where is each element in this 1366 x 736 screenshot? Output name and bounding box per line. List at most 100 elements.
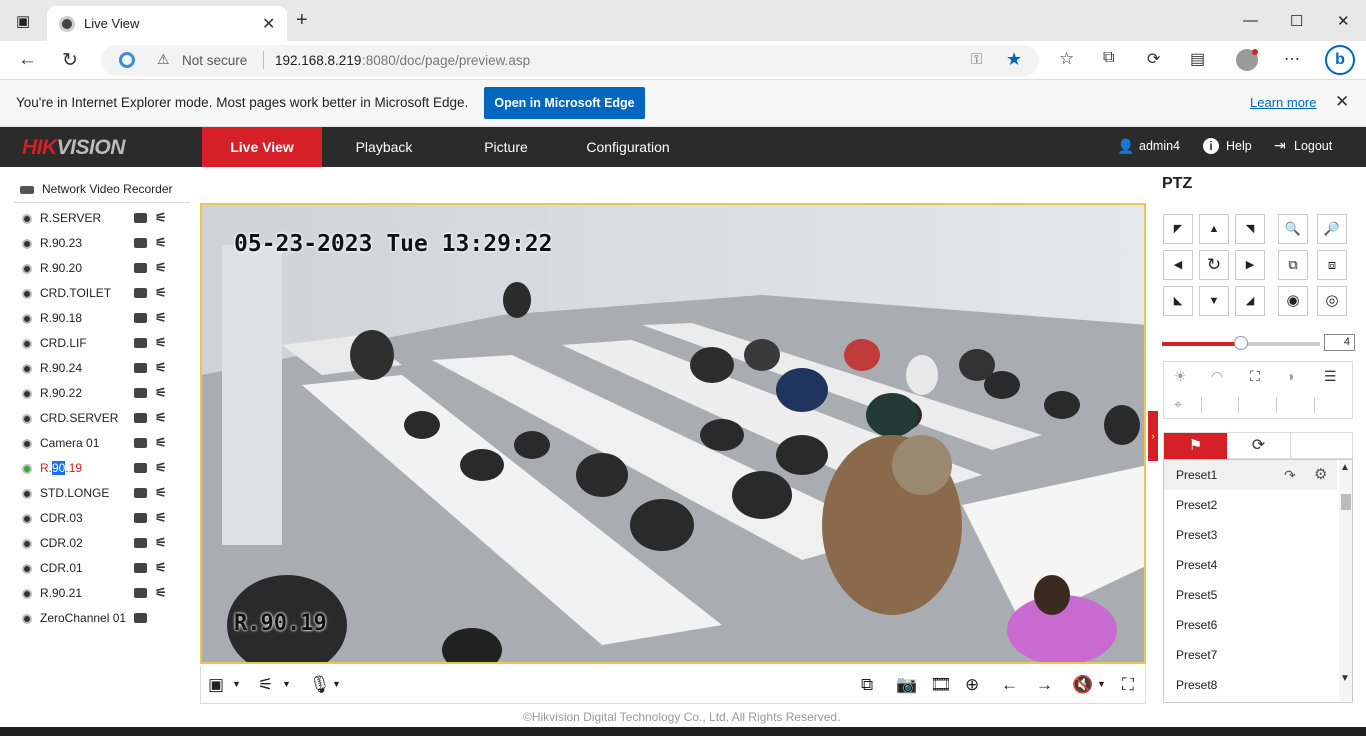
record-channel-icon[interactable]	[134, 238, 147, 248]
channel-item[interactable]: CDR.01 ⚟	[22, 557, 187, 582]
nav-live-view[interactable]: Live View	[202, 127, 322, 167]
stream-select-icon[interactable]: ⚟	[155, 585, 167, 601]
stop-all-icon[interactable]: ⧉	[861, 675, 873, 695]
ptz-left-button[interactable]: ◀	[1163, 250, 1193, 280]
window-close-icon[interactable]: ✕	[1337, 12, 1350, 30]
channel-item[interactable]: R.90.22 ⚟	[22, 382, 187, 407]
ptz-speed-slider[interactable]	[1162, 336, 1320, 350]
channel-item[interactable]: CRD.TOILET ⚟	[22, 282, 187, 307]
light-icon[interactable]: ☀	[1174, 368, 1187, 385]
preset-item[interactable]: Preset3	[1164, 520, 1337, 550]
layout-dropdown-icon[interactable]: ▼	[232, 679, 241, 689]
lens-init-icon[interactable]: ◑	[1286, 368, 1294, 384]
scroll-up-icon[interactable]: ▲	[1340, 462, 1350, 473]
channel-item[interactable]: R.SERVER ⚟	[22, 207, 187, 232]
ptz-down-right-button[interactable]: ◢	[1235, 286, 1265, 316]
call-preset-icon[interactable]: ↷	[1284, 460, 1296, 490]
preset-item[interactable]: Preset1 ↷ ⚙	[1164, 460, 1337, 490]
learn-more-link[interactable]: Learn more	[1250, 95, 1316, 110]
record-channel-icon[interactable]	[134, 488, 147, 498]
record-channel-icon[interactable]	[134, 588, 147, 598]
zoom-out-icon[interactable]: 🔍	[1278, 214, 1308, 244]
record-channel-icon[interactable]	[134, 288, 147, 298]
ptz-down-button[interactable]: ▼	[1199, 286, 1229, 316]
back-icon[interactable]: ←	[18, 49, 37, 71]
record-channel-icon[interactable]	[134, 263, 147, 273]
zoom-icon[interactable]: ⊕	[965, 675, 979, 695]
live-video-view[interactable]: 05-23-2023 Tue 13:29:22 R.90.19	[200, 203, 1146, 664]
stream-select-icon[interactable]: ⚟	[155, 285, 167, 301]
url-field[interactable]: ⚠ Not secure 192.168.8.219 :8080/doc/pag…	[101, 45, 1039, 76]
stream-select-icon[interactable]: ⚟	[155, 435, 167, 451]
stream-select-icon[interactable]: ⚟	[155, 260, 167, 276]
set-preset-gear-icon[interactable]: ⚙	[1314, 460, 1327, 490]
logout-icon[interactable]: ⇥	[1274, 137, 1286, 154]
preset-item[interactable]: Preset6	[1164, 610, 1337, 640]
ptz-right-button[interactable]: ▶	[1235, 250, 1265, 280]
refresh-icon[interactable]: ↻	[62, 49, 78, 72]
collapse-ptz-icon[interactable]: ›	[1148, 411, 1158, 461]
more-menu-icon[interactable]: ⋯	[1284, 49, 1300, 69]
stream-select-icon[interactable]: ⚟	[155, 360, 167, 376]
record-channel-icon[interactable]	[134, 513, 147, 523]
focus-near-icon[interactable]: ⧉	[1278, 250, 1308, 280]
preset-item[interactable]: Preset4	[1164, 550, 1337, 580]
channel-item[interactable]: CDR.02 ⚟	[22, 532, 187, 557]
3d-positioning-icon[interactable]: ⛶	[1250, 368, 1260, 385]
wiper-icon[interactable]: ◠	[1211, 368, 1223, 385]
fullscreen-icon[interactable]: ⛶	[1122, 675, 1134, 695]
reading-list-icon[interactable]: ▤	[1190, 49, 1205, 69]
window-layout-icon[interactable]: ▣	[208, 675, 224, 695]
ie-mode-icon[interactable]	[119, 52, 135, 68]
volume-dropdown-icon[interactable]: ▼	[1097, 679, 1106, 689]
zoom-in-icon[interactable]: 🔎	[1317, 214, 1347, 244]
channel-item[interactable]: R.90.24 ⚟	[22, 357, 187, 382]
channel-item[interactable]: CRD.LIF ⚟	[22, 332, 187, 357]
record-icon[interactable]: 🎞	[930, 675, 952, 695]
volume-muted-icon[interactable]: 🔇	[1072, 675, 1093, 695]
menu-icon[interactable]: ☰	[1324, 368, 1337, 385]
ptz-speed-value[interactable]: 4	[1324, 334, 1355, 351]
channel-item[interactable]: ZeroChannel 01	[22, 607, 187, 632]
record-channel-icon[interactable]	[134, 363, 147, 373]
stream-select-icon[interactable]: ⚟	[155, 560, 167, 576]
tab-actions-icon[interactable]: ▣	[16, 12, 30, 30]
nav-configuration[interactable]: Configuration	[566, 127, 690, 167]
bing-chat-icon[interactable]: b	[1325, 45, 1355, 75]
record-channel-icon[interactable]	[134, 438, 147, 448]
record-channel-icon[interactable]	[134, 613, 147, 623]
audio-dropdown-icon[interactable]: ▼	[332, 679, 341, 689]
preset-item[interactable]: Preset8	[1164, 670, 1337, 700]
preset-scrollbar[interactable]: ▲ ▼	[1339, 460, 1352, 702]
channel-item[interactable]: R.90.21 ⚟	[22, 582, 187, 607]
patrol-tab-icon[interactable]: ⟳	[1227, 433, 1291, 459]
record-channel-icon[interactable]	[134, 313, 147, 323]
stream-type-icon[interactable]: ⚟	[258, 675, 273, 695]
stream-select-icon[interactable]: ⚟	[155, 210, 167, 226]
stream-select-icon[interactable]: ⚟	[155, 410, 167, 426]
stream-dropdown-icon[interactable]: ▼	[282, 679, 291, 689]
record-channel-icon[interactable]	[134, 463, 147, 473]
favorite-star-icon[interactable]: ★	[1006, 49, 1022, 70]
channel-item[interactable]: R.90.20 ⚟	[22, 257, 187, 282]
record-channel-icon[interactable]	[134, 213, 147, 223]
stream-select-icon[interactable]: ⚟	[155, 535, 167, 551]
nav-playback[interactable]: Playback	[322, 127, 446, 167]
channel-item[interactable]: CDR.03 ⚟	[22, 507, 187, 532]
stream-select-icon[interactable]: ⚟	[155, 510, 167, 526]
ptz-up-left-button[interactable]: ◤	[1163, 214, 1193, 244]
record-channel-icon[interactable]	[134, 538, 147, 548]
key-icon[interactable]: ⚿	[971, 51, 982, 68]
channel-item[interactable]: R.90.18 ⚟	[22, 307, 187, 332]
ptz-down-left-button[interactable]: ◣	[1163, 286, 1193, 316]
banner-close-icon[interactable]: ✕	[1335, 92, 1349, 112]
logout-link[interactable]: Logout	[1294, 139, 1332, 153]
favorites-icon[interactable]: ☆	[1059, 49, 1074, 69]
ptz-up-right-button[interactable]: ◥	[1235, 214, 1265, 244]
record-channel-icon[interactable]	[134, 413, 147, 423]
preset-item[interactable]: Preset5	[1164, 580, 1337, 610]
close-tab-icon[interactable]: ✕	[262, 14, 275, 34]
preset-item[interactable]: Preset2	[1164, 490, 1337, 520]
iris-close-icon[interactable]: ◉	[1278, 286, 1308, 316]
iris-open-icon[interactable]: ◎	[1317, 286, 1347, 316]
